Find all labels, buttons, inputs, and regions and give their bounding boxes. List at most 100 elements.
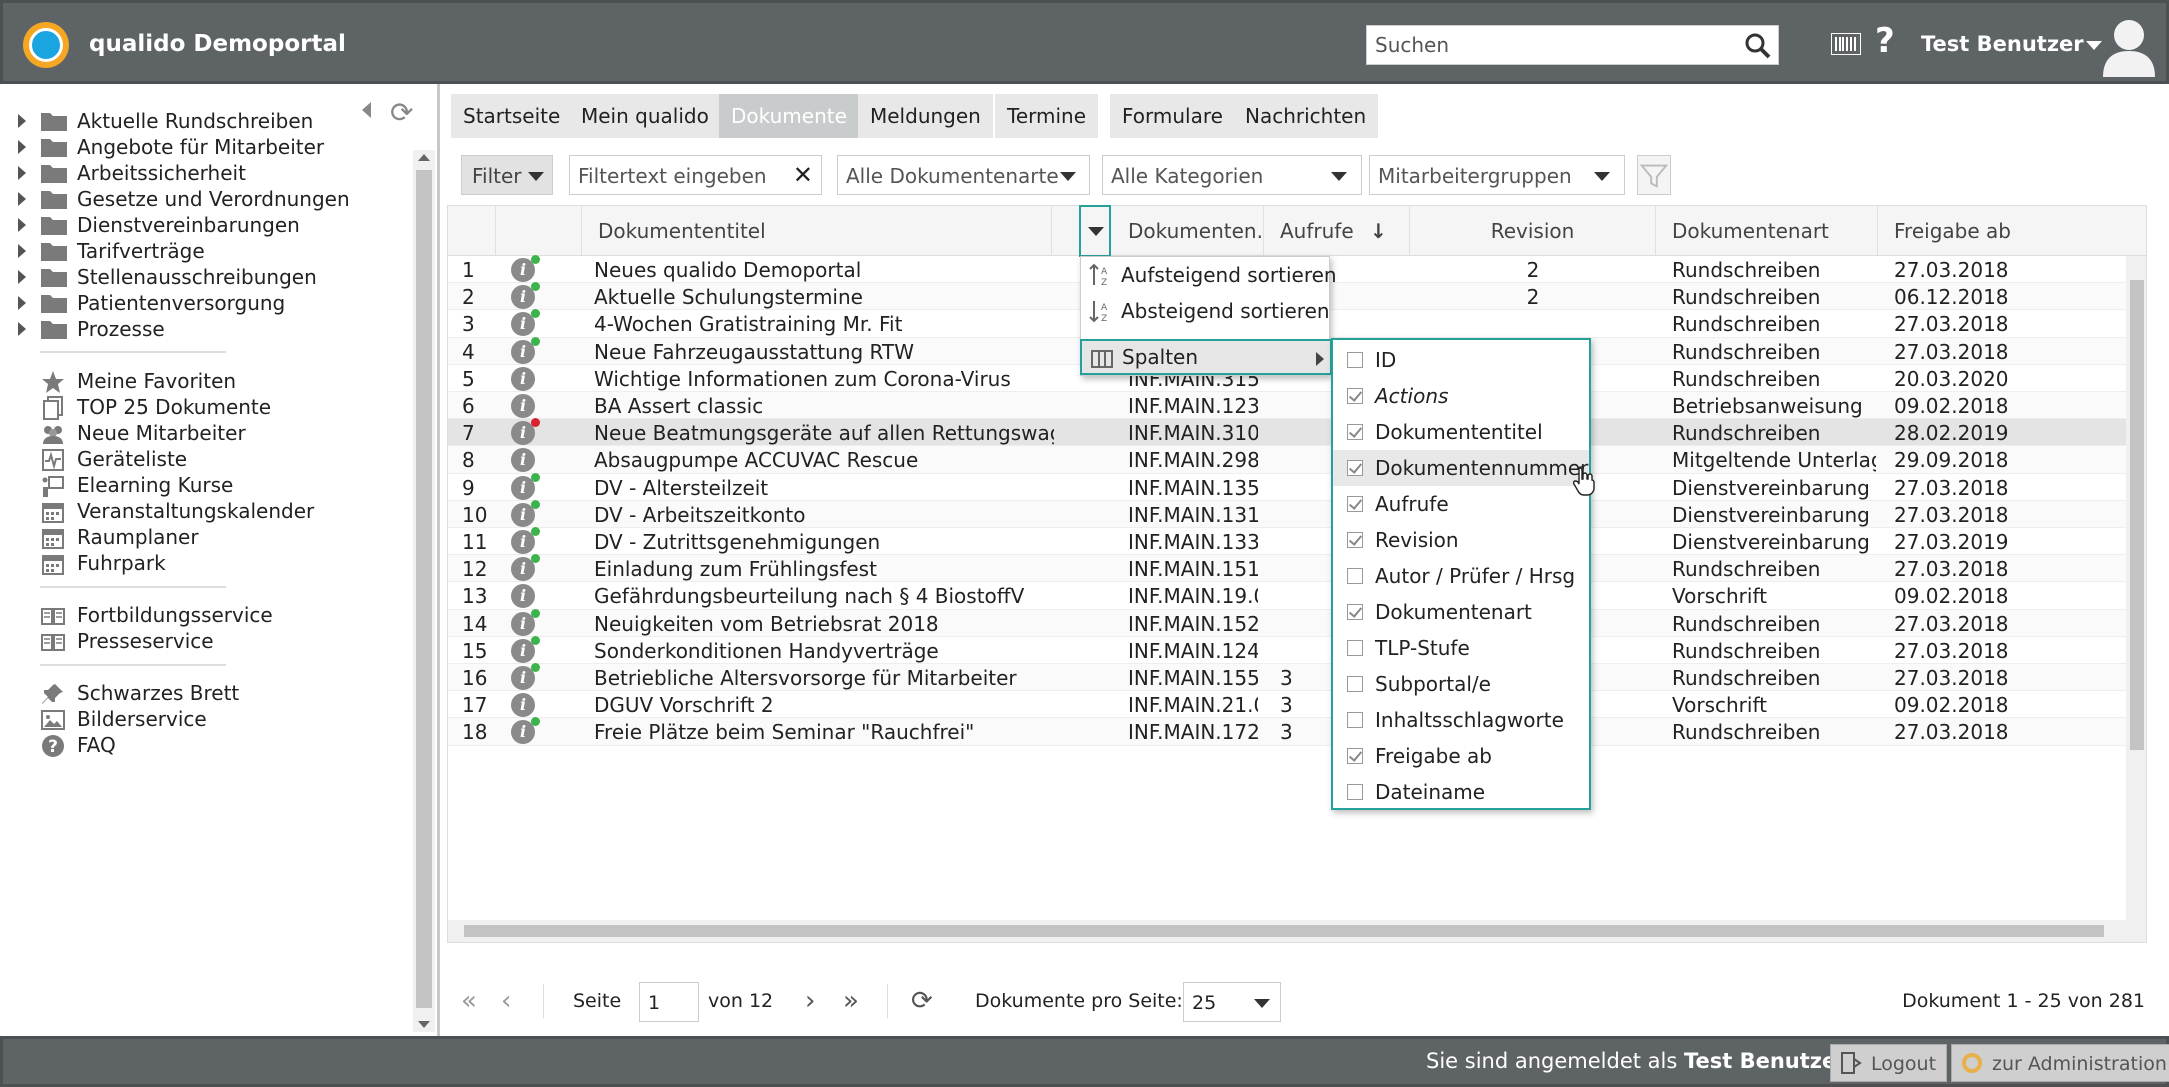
table-row[interactable]: 18 Freie Plätze beim Seminar "Rauchfrei" I… bbox=[448, 717, 2146, 746]
cell-title[interactable]: Absaugpumpe ACCUVAC Rescue bbox=[594, 448, 1054, 472]
info-icon[interactable]: i bbox=[511, 448, 535, 473]
cell-title[interactable]: DV - Arbeitszeitkonto bbox=[594, 503, 1054, 527]
tab-dokumente[interactable]: Dokumente bbox=[719, 94, 859, 138]
checkbox-unchecked[interactable] bbox=[1347, 352, 1363, 368]
checkbox-checked[interactable] bbox=[1347, 460, 1363, 476]
column-toggle-item[interactable]: Aufrufe bbox=[1333, 486, 1589, 522]
col-header-views[interactable]: Aufrufe ↓ bbox=[1264, 206, 1410, 256]
expand-icon[interactable] bbox=[18, 322, 26, 336]
filter-button[interactable]: Filter bbox=[461, 155, 553, 195]
cell-title[interactable]: Gefährdungsbeurteilung nach § 4 Biostoff… bbox=[594, 584, 1054, 608]
cell-title[interactable]: Wichtige Informationen zum Corona-Virus bbox=[594, 367, 1054, 391]
tab-termine[interactable]: Termine bbox=[995, 94, 1099, 138]
expand-icon[interactable] bbox=[18, 166, 26, 180]
logo[interactable] bbox=[23, 22, 69, 68]
table-row[interactable]: 17DGUV Vorschrift 2INF.MAIN.21.0....31Vo… bbox=[448, 691, 2146, 719]
col-header-docnumber[interactable]: Dokumenten... bbox=[1112, 206, 1264, 256]
page-input[interactable]: 1 bbox=[639, 982, 699, 1022]
category-select[interactable]: Alle Kategorien bbox=[1102, 155, 1362, 195]
cell-title[interactable]: DGUV Vorschrift 2 bbox=[594, 693, 1054, 717]
table-row[interactable]: 12 Einladung zum Frühlingsfest INF.MAIN.15… bbox=[448, 554, 2146, 583]
info-icon[interactable]: i bbox=[511, 309, 540, 337]
info-icon[interactable]: i bbox=[511, 527, 540, 554]
tab-meldungen[interactable]: Meldungen bbox=[858, 94, 993, 138]
filter-text-input[interactable]: Filtertext eingeben ✕ bbox=[569, 155, 822, 195]
checkbox-checked[interactable] bbox=[1347, 424, 1363, 440]
scrollbar-thumb[interactable] bbox=[416, 170, 432, 1008]
table-row[interactable]: 9 DV - Altersteilzeit INF.MAIN.135.... Dien… bbox=[448, 472, 2146, 501]
info-icon[interactable]: i bbox=[511, 282, 540, 310]
refresh-icon[interactable]: ⟳ bbox=[911, 986, 933, 1016]
checkbox-checked[interactable] bbox=[1347, 604, 1363, 620]
columns-item[interactable]: Spalten bbox=[1080, 339, 1332, 375]
user-name[interactable]: Test Benutzer bbox=[1921, 32, 2084, 56]
table-row[interactable]: 14 Neuigkeiten vom Betriebsrat 2018 INF.MA… bbox=[448, 608, 2146, 637]
info-icon[interactable]: i bbox=[511, 584, 535, 609]
column-toggle-item[interactable]: Subportal/e bbox=[1333, 666, 1589, 702]
next-page-icon[interactable]: › bbox=[805, 986, 815, 1016]
info-icon[interactable]: i bbox=[511, 336, 540, 364]
sidebar-scrollbar[interactable] bbox=[413, 150, 435, 1032]
info-icon[interactable]: i bbox=[511, 693, 535, 718]
info-icon[interactable]: i bbox=[511, 608, 540, 636]
table-hscrollbar[interactable] bbox=[448, 920, 2126, 942]
info-icon[interactable]: i bbox=[511, 366, 535, 391]
barcode-icon[interactable] bbox=[1831, 33, 1861, 55]
column-toggle-item[interactable]: Actions bbox=[1333, 378, 1589, 414]
column-toggle-item[interactable]: Freigabe ab bbox=[1333, 738, 1589, 774]
info-icon[interactable]: i bbox=[511, 418, 540, 446]
doctype-select[interactable]: Alle Dokumentenarte bbox=[837, 155, 1090, 195]
table-row[interactable]: 13 Gefährdungsbeurteilung nach § 4 Biosto… bbox=[448, 582, 2146, 610]
sidebar-link-faq[interactable]: ? FAQ bbox=[40, 728, 400, 764]
column-toggle-item[interactable]: Dokumententitel bbox=[1333, 414, 1589, 450]
cell-title[interactable]: BA Assert classic bbox=[594, 394, 1054, 418]
scroll-down-icon[interactable] bbox=[418, 1021, 430, 1028]
table-row[interactable]: 11 DV - Zutrittsgenehmigungen INF.MAIN.133… bbox=[448, 527, 2146, 556]
column-menu-trigger[interactable] bbox=[1079, 205, 1111, 257]
scroll-up-icon[interactable] bbox=[418, 154, 430, 161]
search-input[interactable] bbox=[1367, 26, 1727, 64]
sort-descending-item[interactable]: A Z Absteigend sortieren bbox=[1081, 293, 1330, 329]
table-row[interactable]: 16 Betriebliche Altersvorsorge für Mitarb… bbox=[448, 663, 2146, 692]
sidebar-link-fuhrpark[interactable]: Fuhrpark bbox=[40, 546, 400, 582]
checkbox-unchecked[interactable] bbox=[1347, 676, 1363, 692]
checkbox-unchecked[interactable] bbox=[1347, 712, 1363, 728]
cell-title[interactable]: Aktuelle Schulungstermine bbox=[594, 285, 1054, 309]
help-icon[interactable]: ? bbox=[1875, 21, 1895, 61]
last-page-icon[interactable]: » bbox=[843, 986, 859, 1016]
column-toggle-item[interactable]: Dokumentenart bbox=[1333, 594, 1589, 630]
scrollbar-thumb[interactable] bbox=[2130, 280, 2144, 750]
info-icon[interactable]: i bbox=[511, 394, 535, 418]
sort-ascending-item[interactable]: A Z Aufsteigend sortieren bbox=[1081, 257, 1337, 293]
checkbox-checked[interactable] bbox=[1347, 532, 1363, 548]
filter-funnel-button[interactable] bbox=[1637, 155, 1671, 195]
table-row[interactable]: 10 DV - Arbeitszeitkonto INF.MAIN.131.... D… bbox=[448, 499, 2146, 528]
col-header-title[interactable]: Dokumententitel bbox=[582, 206, 1052, 256]
info-icon[interactable]: i bbox=[511, 663, 540, 690]
info-icon[interactable]: i bbox=[511, 554, 540, 582]
table-row[interactable]: 8 Absaugpumpe ACCUVAC Rescue INF.MAIN.298.… bbox=[448, 446, 2146, 474]
cell-title[interactable]: 4-Wochen Gratistraining Mr. Fit bbox=[594, 312, 1054, 336]
tab-formulare[interactable]: Formulare bbox=[1110, 94, 1235, 138]
first-page-icon[interactable]: « bbox=[461, 986, 477, 1016]
info-icon[interactable]: i bbox=[511, 472, 540, 500]
info-icon[interactable]: i bbox=[511, 717, 540, 745]
expand-icon[interactable] bbox=[18, 192, 26, 206]
prev-page-icon[interactable]: ‹ bbox=[501, 986, 511, 1016]
cell-title[interactable]: DV - Zutrittsgenehmigungen bbox=[594, 530, 1054, 554]
table-row[interactable]: 7 Neue Beatmungsgeräte auf allen Rettungs… bbox=[448, 418, 2146, 447]
expand-icon[interactable] bbox=[18, 140, 26, 154]
cell-title[interactable]: Freie Plätze beim Seminar "Rauchfrei" bbox=[594, 720, 1054, 744]
column-toggle-item[interactable]: Revision bbox=[1333, 522, 1589, 558]
groups-select[interactable]: Mitarbeitergruppen bbox=[1369, 155, 1625, 195]
checkbox-unchecked[interactable] bbox=[1347, 784, 1363, 800]
checkbox-checked[interactable] bbox=[1347, 748, 1363, 764]
column-toggle-item[interactable]: Dateiname bbox=[1333, 774, 1589, 810]
expand-icon[interactable] bbox=[18, 114, 26, 128]
tab-mein-qualido[interactable]: Mein qualido bbox=[569, 94, 721, 138]
col-header-revision[interactable]: Revision bbox=[1410, 206, 1656, 256]
cell-title[interactable]: DV - Altersteilzeit bbox=[594, 476, 1054, 500]
scrollbar-thumb[interactable] bbox=[464, 925, 2104, 937]
info-icon[interactable]: i bbox=[511, 255, 540, 282]
cell-title[interactable]: Neuigkeiten vom Betriebsrat 2018 bbox=[594, 612, 1054, 636]
